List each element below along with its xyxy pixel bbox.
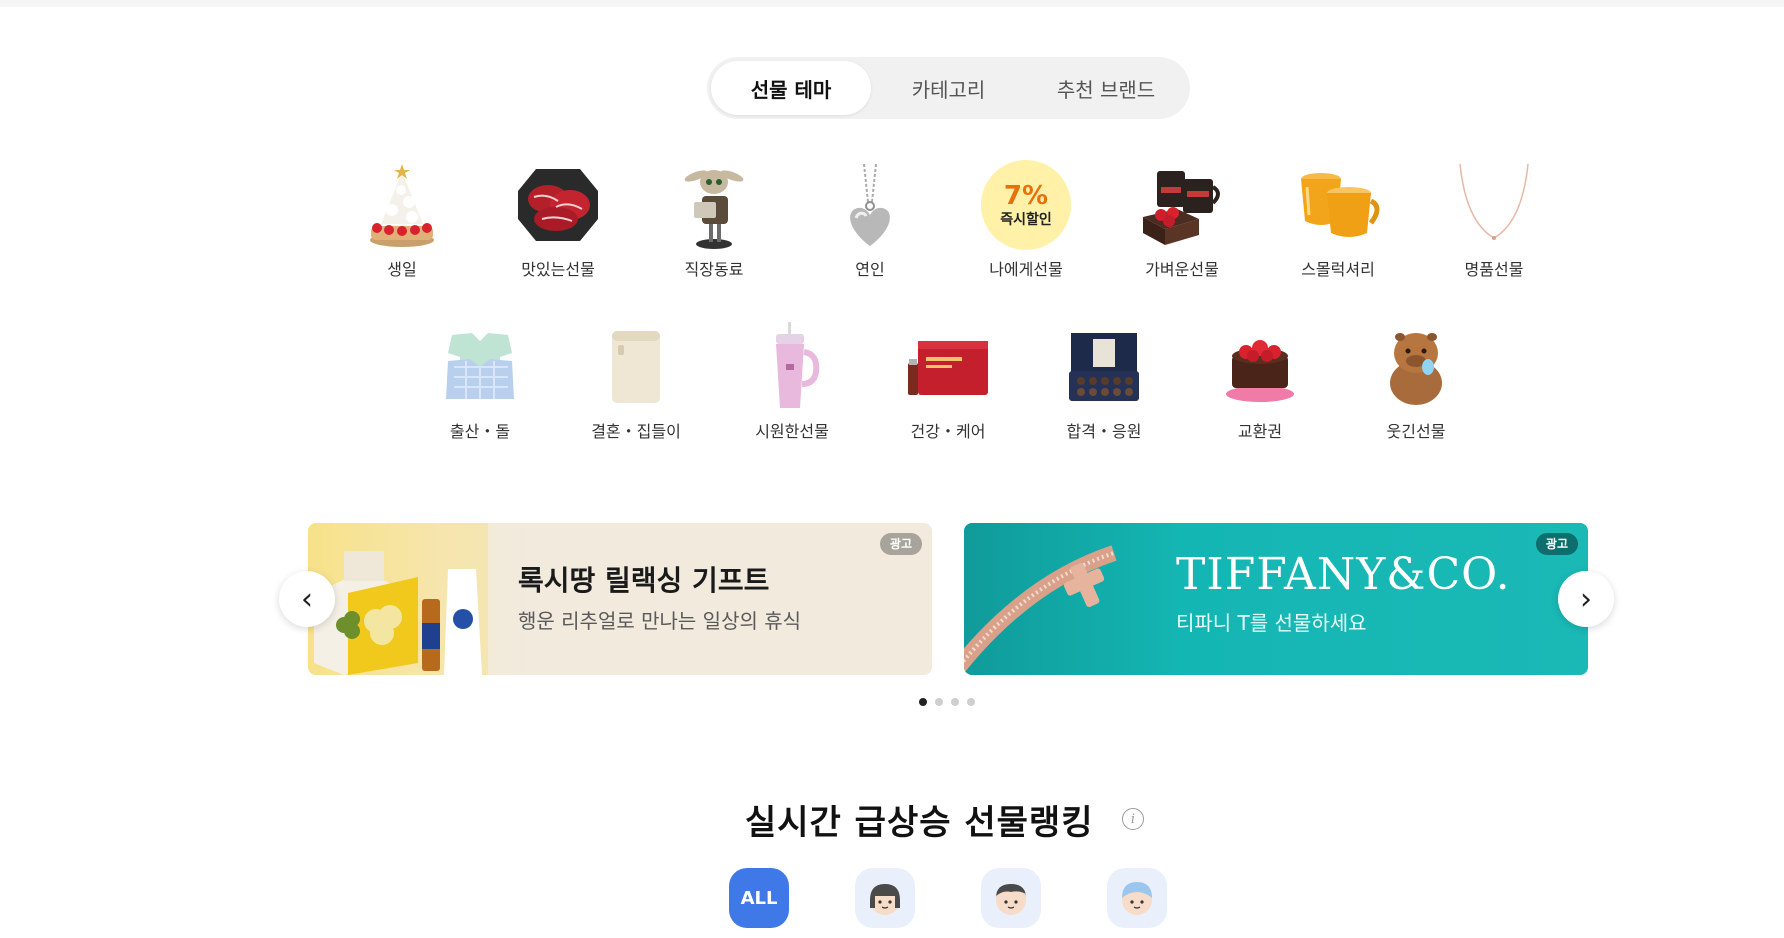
- chevron-right-icon: ›: [1580, 581, 1592, 617]
- ranking-filter-baby[interactable]: [1107, 868, 1167, 928]
- theme-label: 생일: [387, 260, 417, 279]
- carousel-next-button[interactable]: ›: [1558, 571, 1614, 627]
- figure-icon: [669, 160, 759, 250]
- theme-voucher[interactable]: 교환권: [1182, 322, 1338, 442]
- info-icon[interactable]: i: [1122, 808, 1144, 830]
- theme-luxury-gift[interactable]: 명품선물: [1416, 160, 1572, 280]
- loccitane-product-image: [308, 523, 488, 675]
- theme-label: 합격・응원: [1066, 422, 1142, 441]
- tab-recommended-brand[interactable]: 추천 브랜드: [1026, 61, 1186, 115]
- theme-label: 시원한선물: [755, 422, 829, 441]
- woman-avatar-icon: [870, 884, 900, 915]
- banner-subtitle: 티파니 T를 선물하세요: [1176, 611, 1367, 635]
- coffee-icon: [1137, 160, 1227, 250]
- banner-tiffany[interactable]: TIFFANY&CO. 티파니 T를 선물하세요 광고: [964, 523, 1588, 675]
- chocolate-box-icon: [1059, 322, 1149, 412]
- theme-label: 가벼운선물: [1145, 260, 1219, 279]
- theme-label: 결혼・집들이: [591, 422, 681, 441]
- banner-subtitle: 행운 리추얼로 만나는 일상의 휴식: [518, 609, 802, 633]
- baby-clothes-icon: [435, 322, 525, 412]
- discount-badge-icon: 7% 즉시할인: [981, 160, 1071, 250]
- banner-title: 록시땅 릴랙싱 기프트: [518, 564, 770, 597]
- ad-badge: 광고: [879, 533, 922, 555]
- theme-lover[interactable]: 연인: [792, 160, 948, 280]
- theme-light-gift[interactable]: 가벼운선물: [1104, 160, 1260, 280]
- health-box-icon: [903, 322, 993, 412]
- pagination-dot[interactable]: [919, 698, 927, 706]
- badge-percent: 7%: [1003, 181, 1049, 211]
- theme-birthday[interactable]: 생일: [324, 160, 480, 280]
- ranking-filter-all[interactable]: ALL: [729, 868, 789, 928]
- theme-label: 맛있는선물: [521, 260, 595, 279]
- appliance-icon: [591, 322, 681, 412]
- strawberry-cake-icon: [1215, 322, 1305, 412]
- gift-tab-bar: 선물 테마 카테고리 추천 브랜드: [707, 57, 1190, 119]
- pagination-dot[interactable]: [935, 698, 943, 706]
- theme-label: 건강・케어: [910, 422, 986, 441]
- heart-necklace-icon: [825, 160, 915, 250]
- badge-text: 즉시할인: [1000, 212, 1052, 228]
- theme-label: 교환권: [1237, 422, 1283, 441]
- theme-label: 직장동료: [684, 260, 744, 279]
- theme-label: 나에게선물: [989, 260, 1063, 279]
- theme-label: 출산・돌: [449, 422, 511, 441]
- carousel-pagination: [919, 698, 975, 706]
- man-avatar-icon: [996, 884, 1026, 915]
- capybara-icon: [1371, 322, 1461, 412]
- theme-tasty-gift[interactable]: 맛있는선물: [480, 160, 636, 280]
- theme-cool-gift[interactable]: 시원한선물: [714, 322, 870, 442]
- pagination-dot[interactable]: [967, 698, 975, 706]
- tumbler-icon: [747, 322, 837, 412]
- theme-small-luxury[interactable]: 스몰럭셔리: [1260, 160, 1416, 280]
- theme-label: 연인: [855, 260, 885, 279]
- necklace-icon: [1449, 160, 1539, 250]
- ranking-filter-woman[interactable]: [855, 868, 915, 928]
- theme-self-gift[interactable]: 7% 즉시할인 나에게선물: [948, 160, 1104, 280]
- theme-health-care[interactable]: 건강・케어: [870, 322, 1026, 442]
- theme-funny-gift[interactable]: 웃긴선물: [1338, 322, 1494, 442]
- ranking-title: 실시간 급상승 선물랭킹: [745, 803, 1094, 843]
- baby-avatar-icon: [1122, 882, 1152, 915]
- meat-icon: [513, 160, 603, 250]
- theme-pass-cheer[interactable]: 합격・응원: [1026, 322, 1182, 442]
- tiffany-bracelet-image: [964, 545, 1117, 674]
- theme-label: 스몰럭셔리: [1301, 260, 1375, 279]
- theme-coworker[interactable]: 직장동료: [636, 160, 792, 280]
- theme-birth-firstbirthday[interactable]: 출산・돌: [402, 322, 558, 442]
- tab-category[interactable]: 카테고리: [871, 61, 1026, 115]
- pagination-dot[interactable]: [951, 698, 959, 706]
- banner-loccitane[interactable]: 록시땅 릴랙싱 기프트 행운 리추얼로 만나는 일상의 휴식 광고: [308, 523, 932, 675]
- banner-title: TIFFANY&CO.: [1176, 549, 1511, 600]
- theme-label: 명품선물: [1464, 260, 1524, 279]
- top-strip: [0, 0, 1784, 7]
- ranking-filter-man[interactable]: [981, 868, 1041, 928]
- theme-wedding-housewarming[interactable]: 결혼・집들이: [558, 322, 714, 442]
- chevron-left-icon: ‹: [301, 581, 313, 617]
- tab-gift-theme[interactable]: 선물 테마: [711, 61, 871, 115]
- ad-badge: 광고: [1535, 533, 1578, 555]
- cake-icon: [357, 160, 447, 250]
- carousel-prev-button[interactable]: ‹: [279, 571, 335, 627]
- theme-label: 웃긴선물: [1386, 422, 1446, 441]
- mug-icon: [1293, 160, 1383, 250]
